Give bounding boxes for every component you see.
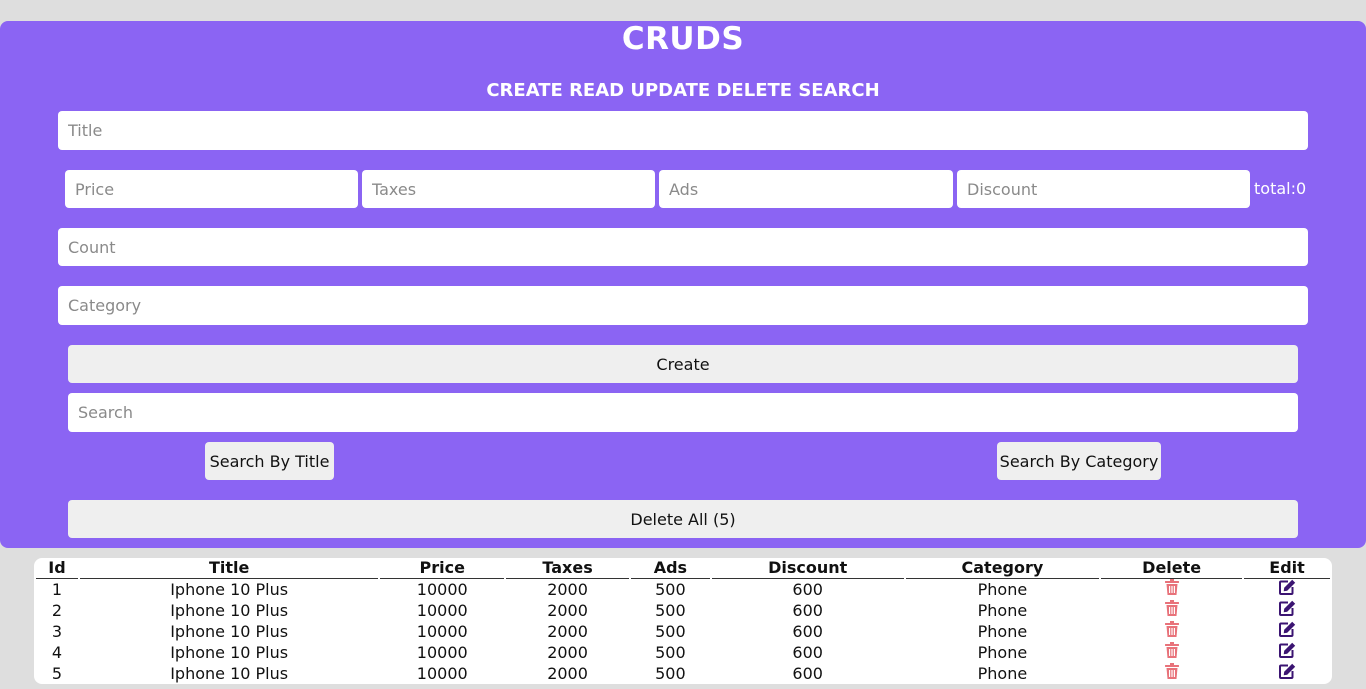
- edit-icon[interactable]: [1278, 600, 1296, 621]
- table-row: 4 Iphone 10 Plus 10000 2000 500 600 Phon…: [36, 642, 1330, 663]
- trash-icon[interactable]: [1164, 579, 1179, 600]
- cell-delete: [1101, 621, 1242, 642]
- table-body: 1 Iphone 10 Plus 10000 2000 500 600 Phon…: [36, 579, 1330, 684]
- page-title: CRUDS: [621, 21, 745, 57]
- discount-input[interactable]: [957, 170, 1250, 208]
- products-table: Id Title Price Taxes Ads Discount Catego…: [34, 558, 1332, 684]
- edit-icon[interactable]: [1278, 663, 1296, 684]
- table-row: 5 Iphone 10 Plus 10000 2000 500 600 Phon…: [36, 663, 1330, 684]
- cell-category: Phone: [977, 579, 1028, 599]
- edit-icon[interactable]: [1278, 642, 1296, 663]
- cell-title: Iphone 10 Plus: [170, 579, 289, 599]
- cell-discount: 600: [792, 600, 823, 620]
- trash-icon[interactable]: [1164, 621, 1179, 642]
- cell-id: 2: [51, 600, 63, 620]
- header-id: Id: [36, 558, 78, 579]
- title-input[interactable]: [58, 111, 1308, 150]
- cell-title: Iphone 10 Plus: [170, 621, 289, 641]
- cell-edit: [1244, 579, 1330, 600]
- cell-id: 4: [51, 642, 63, 662]
- table-header-row: Id Title Price Taxes Ads Discount Catego…: [36, 558, 1330, 579]
- cell-edit: [1244, 663, 1330, 684]
- header-taxes: Taxes: [506, 558, 629, 579]
- search-by-title-button[interactable]: Search By Title: [205, 442, 334, 480]
- products-table-container: Id Title Price Taxes Ads Discount Catego…: [34, 558, 1332, 684]
- create-button[interactable]: Create: [68, 345, 1298, 383]
- count-input[interactable]: [58, 228, 1308, 266]
- header-category: Category: [905, 558, 1100, 579]
- cell-ads: 500: [655, 579, 686, 599]
- cell-category: Phone: [977, 600, 1028, 620]
- cell-discount: 600: [792, 621, 823, 641]
- cell-ads: 500: [655, 600, 686, 620]
- cell-price: 10000: [416, 579, 468, 599]
- cell-delete: [1101, 600, 1242, 621]
- header-price: Price: [380, 558, 505, 579]
- cell-delete: [1101, 663, 1242, 684]
- search-by-category-button[interactable]: Search By Category: [997, 442, 1161, 480]
- cell-discount: 600: [792, 663, 823, 683]
- total-label: total:0: [1254, 179, 1307, 198]
- trash-icon[interactable]: [1164, 663, 1179, 684]
- cell-price: 10000: [416, 642, 468, 662]
- cell-title: Iphone 10 Plus: [170, 642, 289, 662]
- cell-edit: [1244, 621, 1330, 642]
- cell-delete: [1101, 642, 1242, 663]
- taxes-input[interactable]: [362, 170, 655, 208]
- trash-icon[interactable]: [1164, 642, 1179, 663]
- page-subtitle: CREATE READ UPDATE DELETE SEARCH: [486, 80, 880, 101]
- cell-price: 10000: [416, 663, 468, 683]
- header-title: Title: [79, 558, 379, 579]
- cell-taxes: 2000: [547, 600, 588, 620]
- cell-title: Iphone 10 Plus: [170, 663, 289, 683]
- search-input[interactable]: [68, 393, 1298, 432]
- cell-category: Phone: [977, 663, 1028, 683]
- cell-price: 10000: [416, 600, 468, 620]
- header-ads: Ads: [630, 558, 710, 579]
- table-row: 1 Iphone 10 Plus 10000 2000 500 600 Phon…: [36, 579, 1330, 600]
- cell-price: 10000: [416, 621, 468, 641]
- header-edit: Edit: [1244, 558, 1330, 579]
- price-input[interactable]: [65, 170, 358, 208]
- table-row: 2 Iphone 10 Plus 10000 2000 500 600 Phon…: [36, 600, 1330, 621]
- cell-edit: [1244, 600, 1330, 621]
- cell-taxes: 2000: [547, 642, 588, 662]
- edit-icon[interactable]: [1278, 621, 1296, 642]
- cell-title: Iphone 10 Plus: [170, 600, 289, 620]
- cell-id: 3: [51, 621, 63, 641]
- edit-icon[interactable]: [1278, 579, 1296, 600]
- cell-ads: 500: [655, 663, 686, 683]
- cell-discount: 600: [792, 579, 823, 599]
- trash-icon[interactable]: [1164, 600, 1179, 621]
- header-delete: Delete: [1101, 558, 1243, 579]
- cell-edit: [1244, 642, 1330, 663]
- delete-all-button[interactable]: Delete All (5): [68, 500, 1298, 538]
- cell-id: 5: [51, 663, 63, 683]
- cell-category: Phone: [977, 621, 1028, 641]
- cell-id: 1: [51, 579, 63, 599]
- cell-delete: [1101, 579, 1242, 600]
- cell-discount: 600: [792, 642, 823, 662]
- header-discount: Discount: [711, 558, 904, 579]
- cell-ads: 500: [655, 621, 686, 641]
- cell-ads: 500: [655, 642, 686, 662]
- ads-input[interactable]: [659, 170, 953, 208]
- cell-category: Phone: [977, 642, 1028, 662]
- cell-taxes: 2000: [547, 579, 588, 599]
- category-input[interactable]: [58, 286, 1308, 325]
- cell-taxes: 2000: [547, 621, 588, 641]
- table-row: 3 Iphone 10 Plus 10000 2000 500 600 Phon…: [36, 621, 1330, 642]
- cell-taxes: 2000: [547, 663, 588, 683]
